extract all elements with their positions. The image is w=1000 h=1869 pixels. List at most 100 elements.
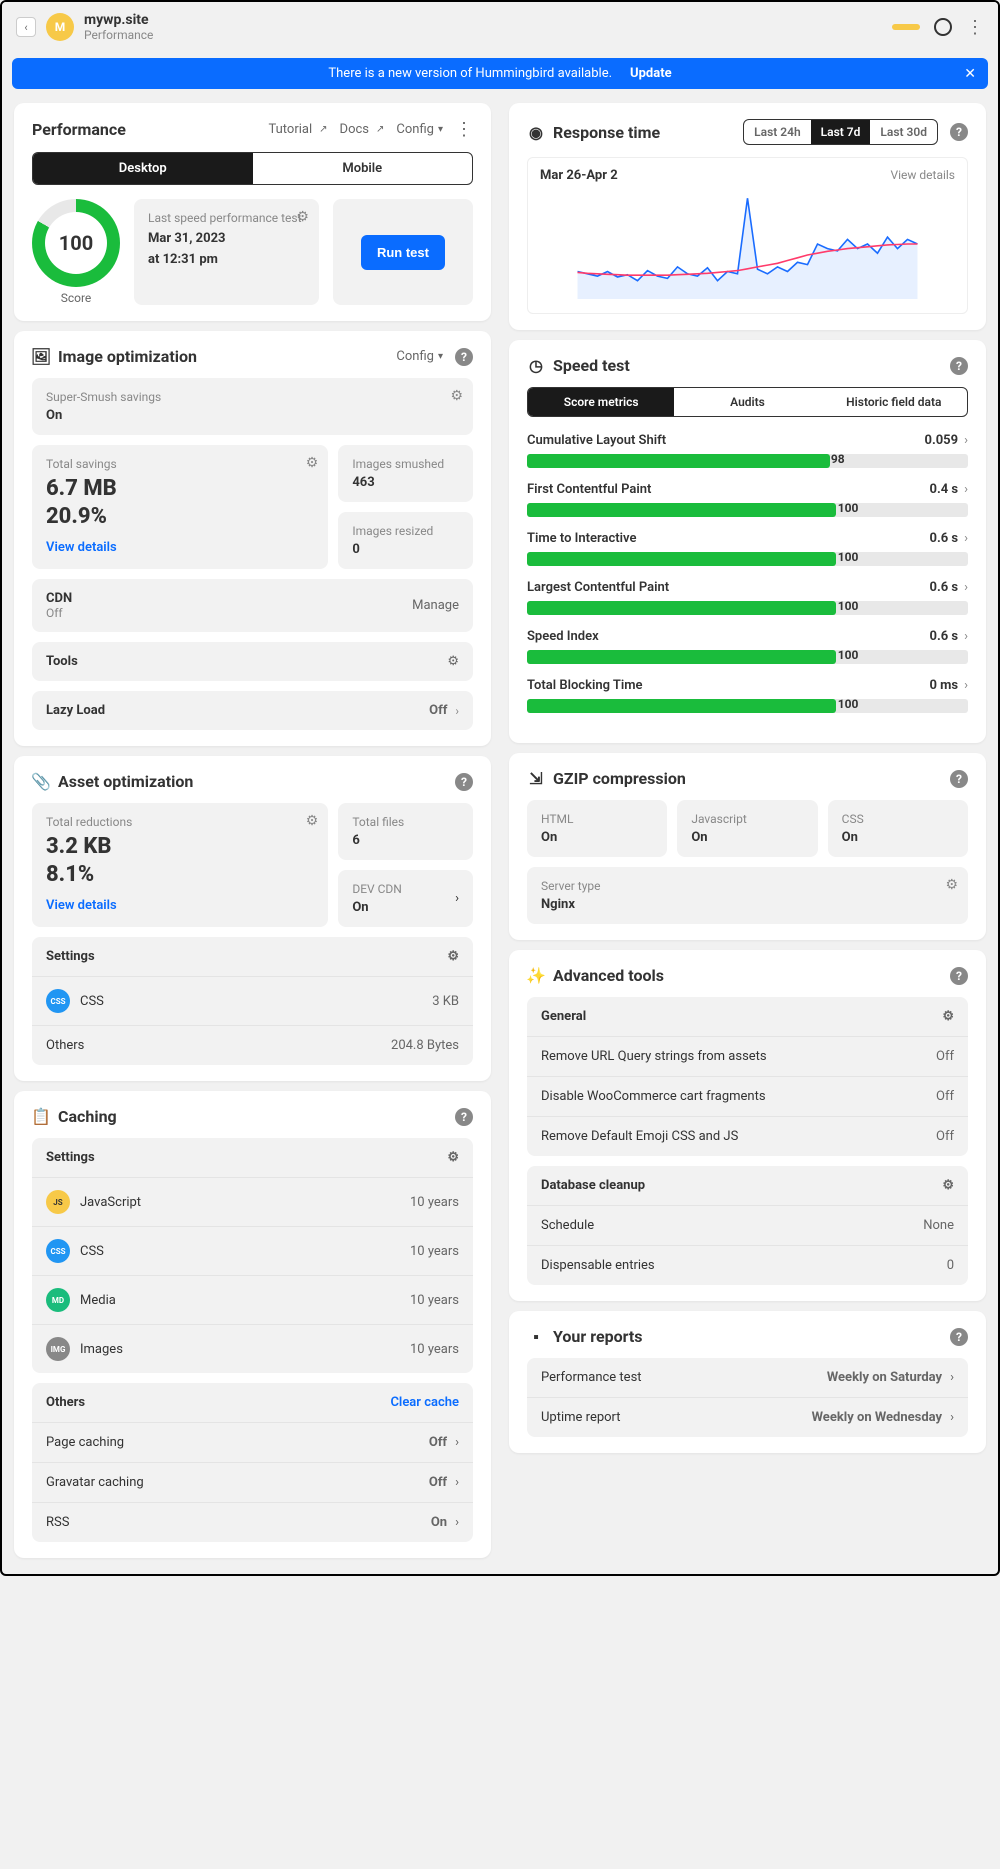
help-icon[interactable]: ? [455, 1108, 473, 1126]
config-dropdown[interactable]: Config▾ [396, 122, 443, 137]
chart-range: Mar 26-Apr 2 [540, 168, 618, 183]
images-value: 10 years [410, 1342, 459, 1357]
back-button[interactable]: ‹ [16, 17, 36, 37]
settings-header: Settings [46, 1150, 95, 1165]
gear-icon[interactable]: ⚙ [306, 455, 319, 471]
metric-value: 0.059 [924, 433, 958, 448]
last-test-time: at 12:31 pm [148, 252, 305, 267]
gear-icon[interactable]: ⚙ [942, 1009, 954, 1024]
others-value: 204.8 Bytes [391, 1038, 459, 1053]
smushed-label: Images smushed [352, 457, 459, 471]
image-icon: 🖼 [32, 348, 50, 366]
report-icon: ▪ [527, 1328, 545, 1346]
caching-title: Caching [58, 1107, 117, 1126]
resized-value: 0 [352, 542, 459, 557]
chevron-right-icon[interactable]: › [950, 1370, 954, 1385]
gravatar-caching-value: Off [429, 1475, 447, 1490]
js-label: JavaScript [80, 1195, 141, 1210]
gear-icon[interactable]: ⚙ [447, 654, 459, 669]
chevron-right-icon[interactable]: › [455, 1475, 459, 1490]
chevron-right-icon[interactable]: › [964, 678, 968, 693]
gear-icon[interactable]: ⚙ [296, 209, 309, 225]
img-icon: IMG [46, 1337, 70, 1361]
wordpress-icon[interactable] [934, 18, 952, 36]
emoji-label: Remove Default Emoji CSS and JS [541, 1129, 738, 1144]
tab-24h[interactable]: Last 24h [744, 120, 811, 144]
chevron-right-icon[interactable]: › [950, 1410, 954, 1425]
advanced-tools-card: ✨Advanced tools ? General⚙ Remove URL Qu… [509, 950, 986, 1301]
more-menu[interactable]: ⋮ [966, 17, 984, 38]
js-value: On [691, 830, 803, 845]
css-icon: CSS [46, 1239, 70, 1263]
metric-bar: 100 [527, 503, 968, 517]
chevron-right-icon[interactable]: › [455, 891, 459, 906]
gear-icon[interactable]: ⚙ [450, 388, 463, 404]
css-label: CSS [80, 1244, 104, 1259]
rss-value: On [431, 1515, 447, 1530]
help-icon[interactable]: ? [950, 770, 968, 788]
help-icon[interactable]: ? [950, 357, 968, 375]
metric-bar: 100 [527, 552, 968, 566]
metric-score: 100 [838, 550, 859, 564]
cdn-title: CDN [46, 591, 72, 606]
chevron-right-icon[interactable]: › [455, 704, 459, 718]
chevron-right-icon[interactable]: › [455, 1435, 459, 1450]
last-test-date: Mar 31, 2023 [148, 231, 305, 246]
time-range-tabs: Last 24h Last 7d Last 30d [743, 119, 938, 145]
metric-bar: 100 [527, 601, 968, 615]
chevron-right-icon[interactable]: › [964, 580, 968, 595]
score-value: 100 [45, 212, 107, 274]
gear-icon[interactable]: ⚙ [942, 1178, 954, 1193]
help-icon[interactable]: ? [455, 773, 473, 791]
chevron-right-icon[interactable]: › [455, 1515, 459, 1530]
tutorial-link[interactable]: Tutorial [268, 122, 327, 137]
clear-cache-link[interactable]: Clear cache [390, 1395, 459, 1410]
help-icon[interactable]: ? [950, 123, 968, 141]
tab-30d[interactable]: Last 30d [870, 120, 937, 144]
metric-name: Time to Interactive [527, 531, 636, 546]
view-details-link[interactable]: View details [46, 540, 117, 555]
tab-metrics[interactable]: Score metrics [528, 388, 674, 416]
gear-icon[interactable]: ⚙ [447, 1150, 459, 1165]
chevron-right-icon[interactable]: › [964, 629, 968, 644]
response-icon: ◉ [527, 123, 545, 141]
device-toggle: Desktop Mobile [32, 152, 473, 185]
gear-icon[interactable]: ⚙ [447, 949, 459, 964]
asset-opt-card: 📎Asset optimization ? ⚙ Total reductions… [14, 756, 491, 1081]
image-config-dropdown[interactable]: Config▾ [396, 349, 443, 364]
tab-desktop[interactable]: Desktop [33, 153, 253, 184]
metric-name: Total Blocking Time [527, 678, 643, 693]
chevron-right-icon[interactable]: › [964, 482, 968, 497]
gear-icon[interactable]: ⚙ [945, 877, 958, 893]
metric-value: 0 ms [929, 678, 958, 693]
chevron-right-icon[interactable]: › [964, 433, 968, 448]
help-icon[interactable]: ? [455, 348, 473, 366]
metric-name: Largest Contentful Paint [527, 580, 669, 595]
files-label: Total files [352, 815, 459, 829]
caching-card: 📋Caching ? Settings⚙ JSJavaScript10 year… [14, 1091, 491, 1558]
banner-update-link[interactable]: Update [630, 66, 672, 81]
docs-link[interactable]: Docs [340, 122, 385, 137]
update-banner: There is a new version of Hummingbird av… [12, 58, 988, 89]
metric-bar: 100 [527, 699, 968, 713]
server-value: Nginx [541, 897, 954, 912]
banner-close[interactable]: ✕ [964, 66, 976, 82]
chevron-right-icon[interactable]: › [964, 531, 968, 546]
tab-mobile[interactable]: Mobile [253, 153, 473, 184]
help-icon[interactable]: ? [950, 1328, 968, 1346]
smush-value: On [46, 408, 459, 423]
cdn-manage-link[interactable]: Manage [412, 598, 459, 613]
view-details-link[interactable]: View details [46, 898, 117, 913]
view-details-link[interactable]: View details [890, 168, 955, 183]
gear-icon[interactable]: ⚙ [306, 813, 319, 829]
page-caching-value: Off [429, 1435, 447, 1450]
performance-more[interactable]: ⋮ [455, 119, 473, 140]
tab-7d[interactable]: Last 7d [811, 120, 871, 144]
settings-header: Settings [46, 949, 95, 964]
tab-history[interactable]: Historic field data [821, 388, 967, 416]
tab-audits[interactable]: Audits [674, 388, 820, 416]
rss-label: RSS [46, 1515, 69, 1530]
run-test-button[interactable]: Run test [361, 235, 445, 270]
site-title: mywp.site [84, 12, 153, 28]
help-icon[interactable]: ? [950, 967, 968, 985]
